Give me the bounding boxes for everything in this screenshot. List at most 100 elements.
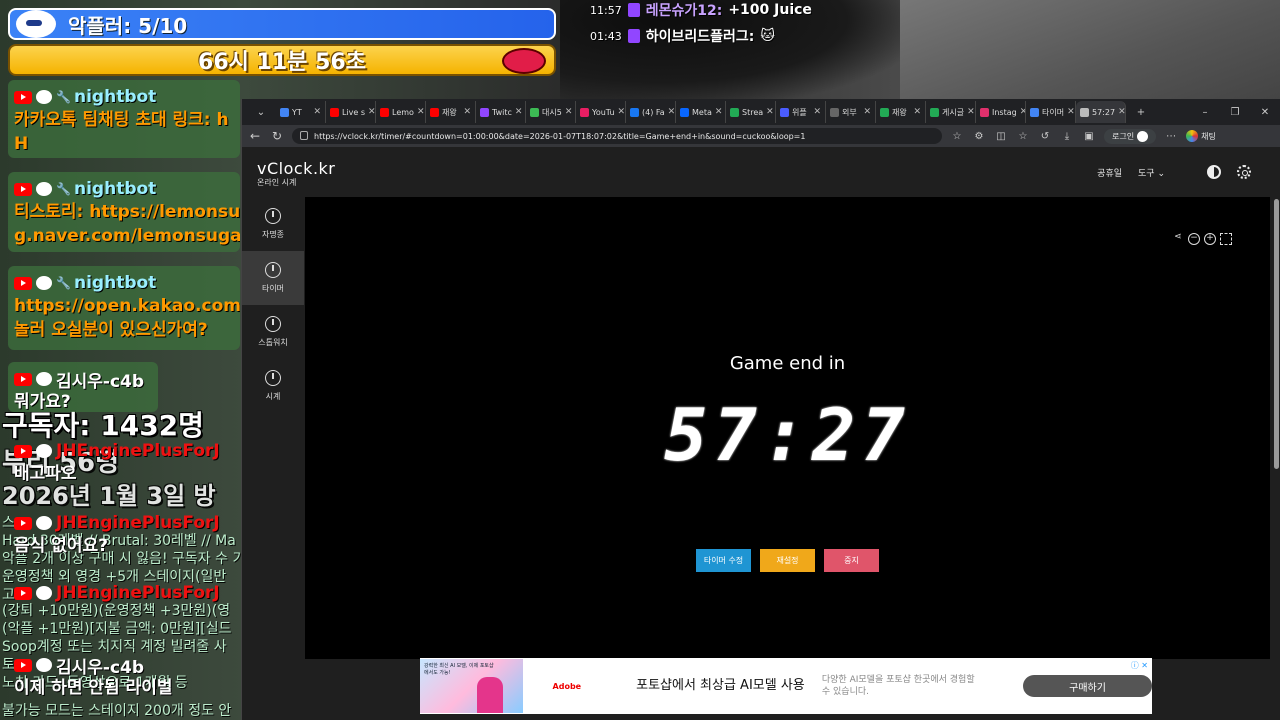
tab-close-icon[interactable]: ✕ xyxy=(565,107,573,117)
favorites-icon[interactable]: ☆ xyxy=(1016,131,1030,142)
new-tab-button[interactable]: + xyxy=(1126,107,1156,118)
ad-thumb-text: 강력한 최신 AI 모델, 이제 포토샵에서도 가능! xyxy=(424,663,494,676)
ad-person xyxy=(476,677,503,713)
tab-list-icon[interactable]: ⌄ xyxy=(246,107,276,118)
tab-close-icon[interactable]: ✕ xyxy=(1118,107,1125,117)
theme-toggle-icon[interactable] xyxy=(1207,165,1221,179)
chat-username: 김시우-c4b xyxy=(56,657,145,678)
url-field[interactable]: https://vclock.kr/timer/#countdown=01:00… xyxy=(292,128,942,144)
tab-favicon-icon xyxy=(480,107,489,117)
zoom-in-icon[interactable]: + xyxy=(1204,233,1216,245)
sidebar-item-timer[interactable]: 타이머 xyxy=(242,251,304,305)
browser-tab[interactable]: YT ✕ xyxy=(276,101,326,123)
back-button[interactable]: ← xyxy=(248,129,262,143)
minimize-button[interactable]: – xyxy=(1190,107,1220,118)
tab-close-icon[interactable]: ✕ xyxy=(515,107,523,117)
browser-tab[interactable]: Strea ✕ xyxy=(726,101,776,123)
browser-tab[interactable]: YouTu ✕ xyxy=(576,101,626,123)
tab-label: Live s xyxy=(342,107,366,117)
browser-tab[interactable]: 타이머 ✕ xyxy=(1026,101,1076,123)
collections-icon[interactable]: ▣ xyxy=(1082,131,1096,142)
browser-tab[interactable]: Lemo ✕ xyxy=(376,101,426,123)
ad-info-icon[interactable]: ⓘ ✕ xyxy=(1131,660,1148,671)
timer-display: ⋖ − + Game end in 57:27 타이머 수정 재설정 중지 xyxy=(305,197,1270,659)
fullscreen-icon[interactable] xyxy=(1220,233,1232,245)
tab-close-icon[interactable]: ✕ xyxy=(913,107,921,117)
extensions-icon[interactable]: ⚙ xyxy=(972,131,986,142)
sidebar-item-clock[interactable]: 시계 xyxy=(242,359,304,413)
gear-icon[interactable] xyxy=(1237,165,1251,179)
ad-cta-button[interactable]: 구매하기 xyxy=(1023,675,1152,697)
tab-close-icon[interactable]: ✕ xyxy=(463,107,471,117)
url-text: https://vclock.kr/timer/#countdown=01:00… xyxy=(314,131,806,141)
tab-label: 재왕 xyxy=(892,107,907,117)
share-icon[interactable]: ⋖ xyxy=(1172,233,1184,245)
more-menu-icon[interactable]: ⋯ xyxy=(1164,131,1178,142)
browser-tab[interactable]: 게시글 ✕ xyxy=(926,101,976,123)
chat-text: 배고파오 xyxy=(14,464,77,484)
zoom-out-icon[interactable]: − xyxy=(1188,233,1200,245)
page-scrollbar[interactable] xyxy=(1274,199,1279,469)
tab-close-icon[interactable]: ✕ xyxy=(417,107,425,117)
edit-timer-button[interactable]: 타이머 수정 xyxy=(696,549,751,572)
browser-tab[interactable]: Meta ✕ xyxy=(676,101,726,123)
tab-close-icon[interactable]: ✕ xyxy=(1067,107,1075,117)
chat-text: https://open.kakao.com/o/ xyxy=(14,296,240,316)
tab-label: Twitc xyxy=(492,107,512,117)
tab-favicon-icon xyxy=(580,107,589,117)
tab-favicon-icon xyxy=(430,107,439,117)
youtube-icon xyxy=(14,586,32,600)
room-wall xyxy=(900,0,1280,100)
tab-label: Instag xyxy=(992,107,1017,117)
avatar xyxy=(36,658,52,672)
chat-username: nightbot xyxy=(74,273,157,293)
browser-tab[interactable]: 대시5 ✕ xyxy=(526,101,576,123)
close-button[interactable]: ✕ xyxy=(1250,107,1280,118)
youtube-icon xyxy=(14,516,32,530)
site-info-icon[interactable] xyxy=(300,131,308,140)
sidebar-item-alarm[interactable]: 자명종 xyxy=(242,197,304,251)
browser-tab[interactable]: Live s ✕ xyxy=(326,101,376,123)
browser-tab[interactable]: (4) Fa ✕ xyxy=(626,101,676,123)
tab-close-icon[interactable]: ✕ xyxy=(668,107,675,117)
browser-tab[interactable]: 외부 ✕ xyxy=(826,101,876,123)
split-view-icon[interactable]: ◫ xyxy=(994,131,1008,142)
chat-username: 김시우-c4b xyxy=(56,371,145,392)
stopwatch-icon xyxy=(265,316,281,332)
chat-message: 🔧 nightbot 티스토리: https://lemonsuga g.nave… xyxy=(8,172,240,252)
site-logo[interactable]: vClock.kr 온라인 시계 xyxy=(257,159,335,188)
chat-username: nightbot xyxy=(74,179,157,199)
tab-close-icon[interactable]: ✕ xyxy=(813,107,821,117)
tab-close-icon[interactable]: ✕ xyxy=(313,107,321,117)
login-label: 로그인 xyxy=(1112,131,1135,141)
tools-menu[interactable]: 도구 ⌄ xyxy=(1138,166,1165,179)
advertisement-banner[interactable]: 강력한 최신 AI 모델, 이제 포토샵에서도 가능! Adobe 포토샵에서 … xyxy=(420,658,1152,714)
reload-button[interactable]: ↻ xyxy=(270,129,284,143)
header-actions: 공휴일 도구 ⌄ xyxy=(1097,165,1251,179)
tab-close-icon[interactable]: ✕ xyxy=(766,107,774,117)
login-button[interactable]: 로그인 xyxy=(1104,128,1157,144)
bookmark-star-icon[interactable]: ☆ xyxy=(950,131,964,142)
browser-tab[interactable]: Instag✕ xyxy=(976,101,1026,123)
browser-tab[interactable]: 57:27 ✕ xyxy=(1076,101,1126,123)
stop-button[interactable]: 중지 xyxy=(824,549,879,572)
tab-close-icon[interactable]: ✕ xyxy=(967,107,975,117)
browser-tab[interactable]: 재왕 ✕ xyxy=(876,101,926,123)
browser-tab[interactable]: Twitc ✕ xyxy=(476,101,526,123)
maximize-button[interactable]: ❐ xyxy=(1220,107,1250,118)
subscriber-goal-bar: 악플러: 5/10 xyxy=(8,8,556,40)
download-icon[interactable]: ⤓ xyxy=(1060,131,1074,142)
history-icon[interactable]: ↺ xyxy=(1038,131,1052,142)
copilot-chat-button[interactable]: 채팅 xyxy=(1186,130,1216,142)
sidebar-item-stopwatch[interactable]: 스톱워치 xyxy=(242,305,304,359)
browser-tab[interactable]: 재왕 ✕ xyxy=(426,101,476,123)
tab-close-icon[interactable]: ✕ xyxy=(618,107,625,117)
tab-close-icon[interactable]: ✕ xyxy=(715,107,723,117)
tab-label: (4) Fa xyxy=(642,107,665,117)
reset-button[interactable]: 재설정 xyxy=(760,549,815,572)
holidays-link[interactable]: 공휴일 xyxy=(1097,166,1122,179)
browser-tab[interactable]: 위플 ✕ xyxy=(776,101,826,123)
tab-close-icon[interactable]: ✕ xyxy=(863,107,871,117)
chat-text: 놀러 오실분이 있으신가여? xyxy=(14,320,208,340)
tab-close-icon[interactable]: ✕ xyxy=(368,107,375,117)
